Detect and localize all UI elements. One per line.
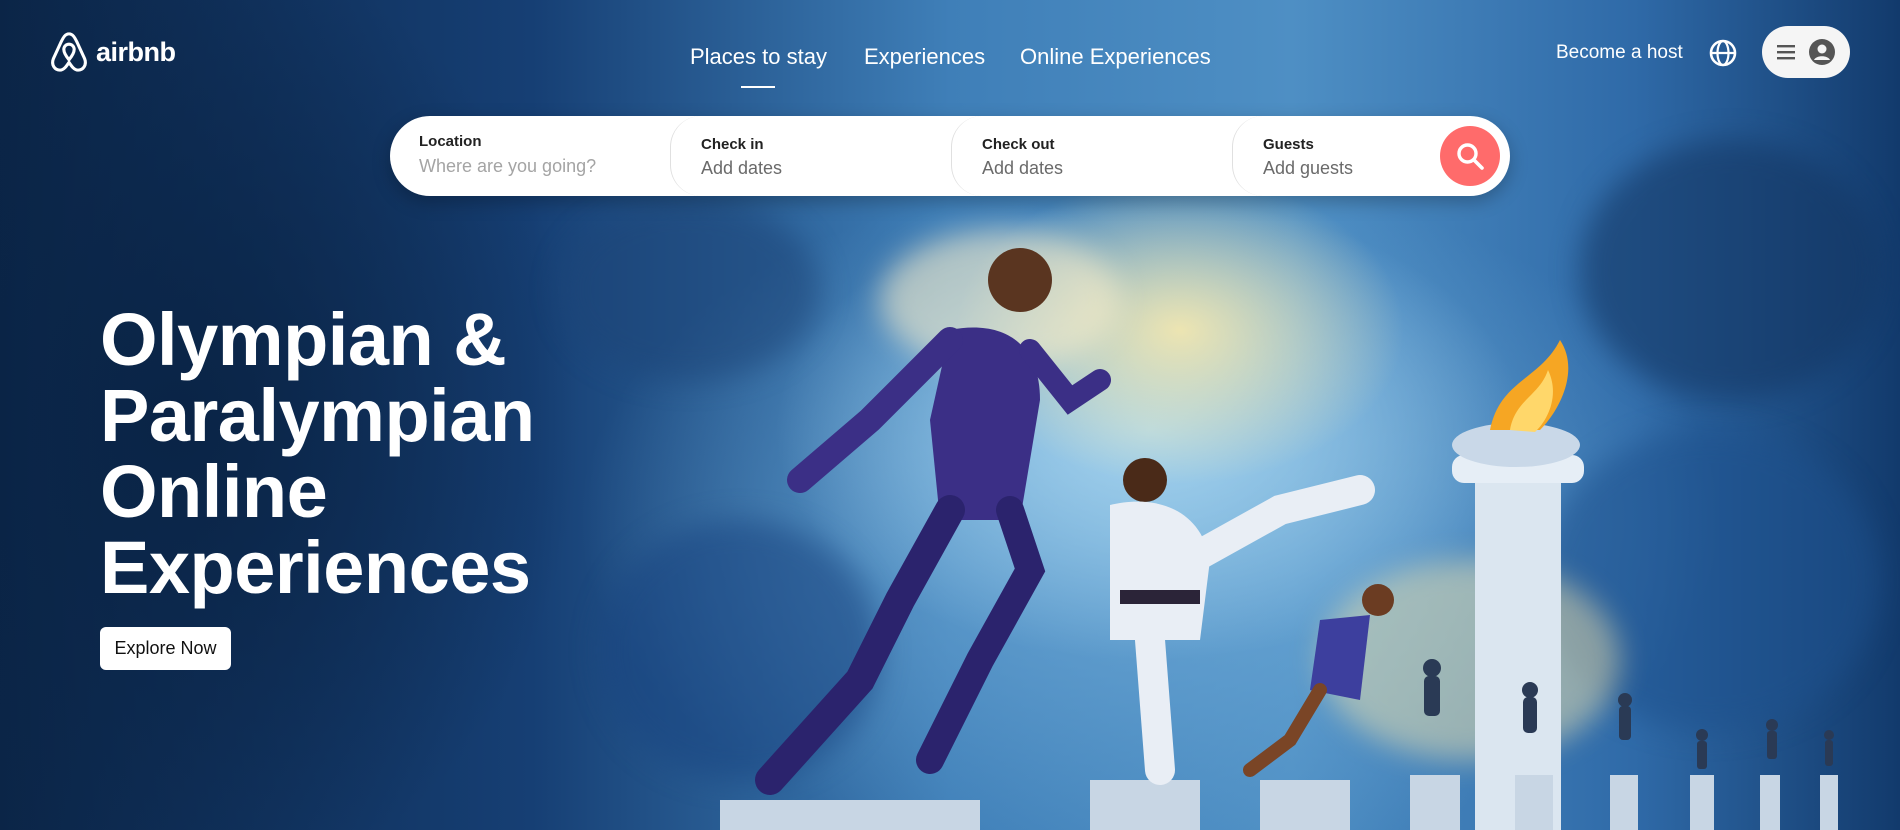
hero-headline-line: Online — [100, 450, 328, 533]
karate-figure — [1110, 458, 1375, 785]
search-bar: Location Check in Add dates Check out Ad… — [390, 116, 1510, 196]
hero-headline-line: Experiences — [100, 526, 531, 609]
runner-figure — [755, 248, 1111, 795]
check-out-value: Add dates — [982, 158, 1064, 178]
hamburger-icon — [1777, 45, 1795, 60]
check-out-field[interactable]: Check out Add dates — [952, 116, 1232, 196]
location-input[interactable] — [419, 156, 659, 177]
location-label: Location — [419, 133, 482, 150]
globe-icon[interactable] — [1708, 38, 1738, 68]
nav-online-experiences[interactable]: Online Experiences — [1020, 44, 1211, 70]
location-field[interactable]: Location — [390, 116, 670, 196]
guests-field[interactable]: Guests Add guests — [1233, 116, 1433, 196]
explore-now-button[interactable]: Explore Now — [100, 627, 231, 670]
nav-active-indicator — [741, 86, 775, 88]
hero-headline-line: Paralympian — [100, 374, 535, 457]
torch-column — [1452, 340, 1584, 830]
hero-headline: Olympian & Paralympian Online Experience… — [100, 302, 660, 606]
check-in-field[interactable]: Check in Add dates — [671, 116, 951, 196]
guests-label: Guests — [1263, 136, 1314, 153]
become-a-host-link[interactable]: Become a host — [1556, 42, 1683, 64]
search-button[interactable] — [1440, 126, 1500, 186]
search-icon — [1457, 143, 1484, 170]
nav-experiences[interactable]: Experiences — [864, 44, 985, 70]
guests-value: Add guests — [1263, 158, 1354, 178]
user-menu-button[interactable] — [1762, 26, 1850, 78]
hero-headline-line: Olympian & — [100, 298, 507, 381]
sprinter-figure — [1243, 584, 1394, 777]
check-in-value: Add dates — [701, 158, 783, 178]
user-circle-icon — [1809, 39, 1835, 65]
check-out-label: Check out — [982, 136, 1055, 153]
nav-places-to-stay[interactable]: Places to stay — [690, 44, 827, 70]
check-in-label: Check in — [701, 136, 764, 153]
